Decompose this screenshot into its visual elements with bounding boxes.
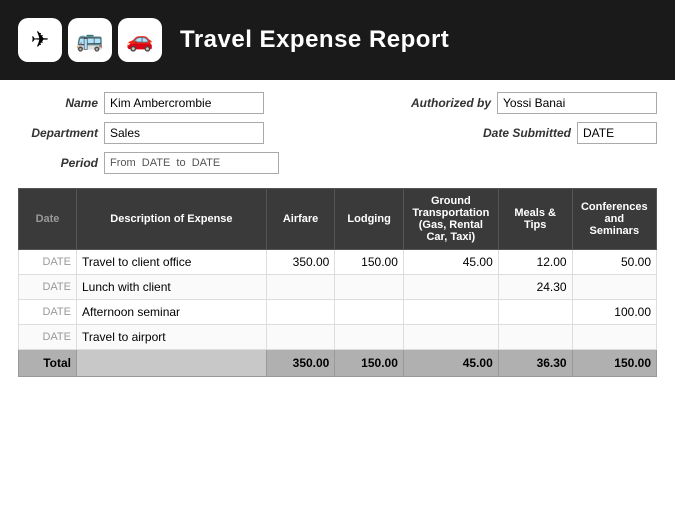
row3-ground <box>403 300 498 325</box>
row1-desc: Travel to client office <box>77 250 267 275</box>
row2-ground <box>403 275 498 300</box>
dept-input[interactable] <box>104 122 264 144</box>
name-input[interactable] <box>104 92 264 114</box>
car-icon: 🚗 <box>118 18 162 62</box>
header-lodging: Lodging <box>335 189 404 250</box>
period-label: Period <box>18 156 98 170</box>
auth-input[interactable] <box>497 92 657 114</box>
row1-conf: 50.00 <box>572 250 656 275</box>
auth-label: Authorized by <box>401 96 491 110</box>
totals-desc-blank <box>77 350 267 377</box>
row1-meals: 12.00 <box>498 250 572 275</box>
row2-desc: Lunch with client <box>77 275 267 300</box>
period-row: Period <box>18 152 657 174</box>
table-row: DATE Lunch with client 24.30 <box>19 275 657 300</box>
period-input[interactable] <box>104 152 279 174</box>
totals-conferences: 150.00 <box>572 350 656 377</box>
row1-airfare: 350.00 <box>266 250 335 275</box>
row3-lodging <box>335 300 404 325</box>
row3-desc: Afternoon seminar <box>77 300 267 325</box>
row2-conf <box>572 275 656 300</box>
name-label: Name <box>18 96 98 110</box>
header-ground: Ground Transportation(Gas, Rental Car, T… <box>403 189 498 250</box>
header-meals: Meals & Tips <box>498 189 572 250</box>
expense-table: Date Description of Expense Airfare Lodg… <box>18 188 657 377</box>
row4-conf <box>572 325 656 350</box>
header-airfare: Airfare <box>266 189 335 250</box>
date-submitted-group: Date Submitted <box>471 122 657 144</box>
totals-label: Total <box>19 350 77 377</box>
page-title: Travel Expense Report <box>180 26 449 54</box>
bus-icon: 🚌 <box>68 18 112 62</box>
table-row: DATE Travel to client office 350.00 150.… <box>19 250 657 275</box>
row2-meals: 24.30 <box>498 275 572 300</box>
row3-date: DATE <box>19 300 77 325</box>
totals-ground: 45.00 <box>403 350 498 377</box>
transport-icons: ✈ 🚌 🚗 <box>18 18 162 62</box>
date-submitted-input[interactable] <box>577 122 657 144</box>
totals-lodging: 150.00 <box>335 350 404 377</box>
row1-lodging: 150.00 <box>335 250 404 275</box>
row3-meals <box>498 300 572 325</box>
dept-date-row: Department Date Submitted <box>18 122 657 144</box>
airplane-icon: ✈ <box>18 18 62 62</box>
table-header-row: Date Description of Expense Airfare Lodg… <box>19 189 657 250</box>
header-conferences: Conferences andSeminars <box>572 189 656 250</box>
name-auth-row: Name Authorized by <box>18 92 657 114</box>
totals-airfare: 350.00 <box>266 350 335 377</box>
row3-airfare <box>266 300 335 325</box>
date-submitted-label: Date Submitted <box>471 126 571 140</box>
header-description: Description of Expense <box>77 189 267 250</box>
expense-table-body: DATE Travel to client office 350.00 150.… <box>19 250 657 350</box>
table-row: DATE Afternoon seminar 100.00 <box>19 300 657 325</box>
row3-conf: 100.00 <box>572 300 656 325</box>
header-date: Date <box>19 189 77 250</box>
expense-table-section: Date Description of Expense Airfare Lodg… <box>0 180 675 385</box>
totals-meals: 36.30 <box>498 350 572 377</box>
dept-label: Department <box>18 126 98 140</box>
row2-date: DATE <box>19 275 77 300</box>
form-section: Name Authorized by Department Date Submi… <box>0 80 675 180</box>
row2-lodging <box>335 275 404 300</box>
row2-airfare <box>266 275 335 300</box>
row4-date: DATE <box>19 325 77 350</box>
row1-date: DATE <box>19 250 77 275</box>
table-row: DATE Travel to airport <box>19 325 657 350</box>
page-header: ✈ 🚌 🚗 Travel Expense Report <box>0 0 675 80</box>
row4-lodging <box>335 325 404 350</box>
row4-meals <box>498 325 572 350</box>
row4-ground <box>403 325 498 350</box>
row4-airfare <box>266 325 335 350</box>
totals-row: Total 350.00 150.00 45.00 36.30 150.00 <box>19 350 657 377</box>
auth-group: Authorized by <box>401 92 657 114</box>
row1-ground: 45.00 <box>403 250 498 275</box>
row4-desc: Travel to airport <box>77 325 267 350</box>
